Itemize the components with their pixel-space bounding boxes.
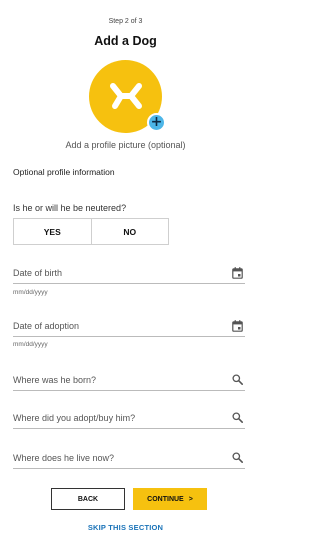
search-icon bbox=[232, 452, 243, 463]
add-profile-picture-label: Add a profile picture (optional) bbox=[65, 140, 186, 150]
born-location-label: Where was he born? bbox=[13, 375, 97, 385]
step-indicator: Step 2 of 3 bbox=[108, 18, 143, 25]
continue-button[interactable]: CONTINUE > bbox=[133, 488, 207, 510]
live-location-field[interactable]: Where does he live now? bbox=[13, 451, 245, 469]
chevron-right-icon: > bbox=[188, 495, 193, 503]
add-photo-button[interactable]: + bbox=[147, 113, 166, 132]
date-of-adoption-label: Date of adoption bbox=[13, 321, 80, 331]
back-button[interactable]: BACK bbox=[51, 488, 125, 510]
no-button[interactable]: NO bbox=[90, 219, 169, 244]
date-of-adoption-field[interactable]: Date of adoption bbox=[13, 319, 245, 337]
neutered-toggle: YES NO bbox=[13, 218, 169, 245]
search-icon bbox=[232, 412, 243, 423]
skip-section-link[interactable]: SKIP THIS SECTION bbox=[0, 523, 251, 532]
adopt-location-field[interactable]: Where did you adopt/buy him? bbox=[13, 411, 245, 429]
live-location-label: Where does he live now? bbox=[13, 453, 115, 463]
calendar-icon[interactable] bbox=[232, 320, 243, 332]
search-icon bbox=[232, 374, 243, 385]
date-of-birth-label: Date of birth bbox=[13, 268, 63, 278]
adopt-location-label: Where did you adopt/buy him? bbox=[13, 413, 136, 423]
plus-icon: + bbox=[150, 114, 163, 130]
section-heading: Optional profile information bbox=[13, 167, 115, 177]
neutered-question: Is he or will he be neutered? bbox=[13, 203, 127, 213]
back-button-label: BACK bbox=[77, 495, 99, 503]
date-of-birth-field[interactable]: Date of birth bbox=[13, 266, 245, 284]
born-location-field[interactable]: Where was he born? bbox=[13, 373, 245, 391]
date-of-birth-hint: mm/dd/yyyy bbox=[13, 289, 48, 296]
date-of-adoption-hint: mm/dd/yyyy bbox=[13, 341, 48, 348]
yes-button[interactable]: YES bbox=[14, 219, 91, 244]
continue-button-label: CONTINUE bbox=[147, 495, 184, 503]
page-title: Add a Dog bbox=[94, 34, 157, 48]
calendar-icon[interactable] bbox=[232, 267, 243, 279]
